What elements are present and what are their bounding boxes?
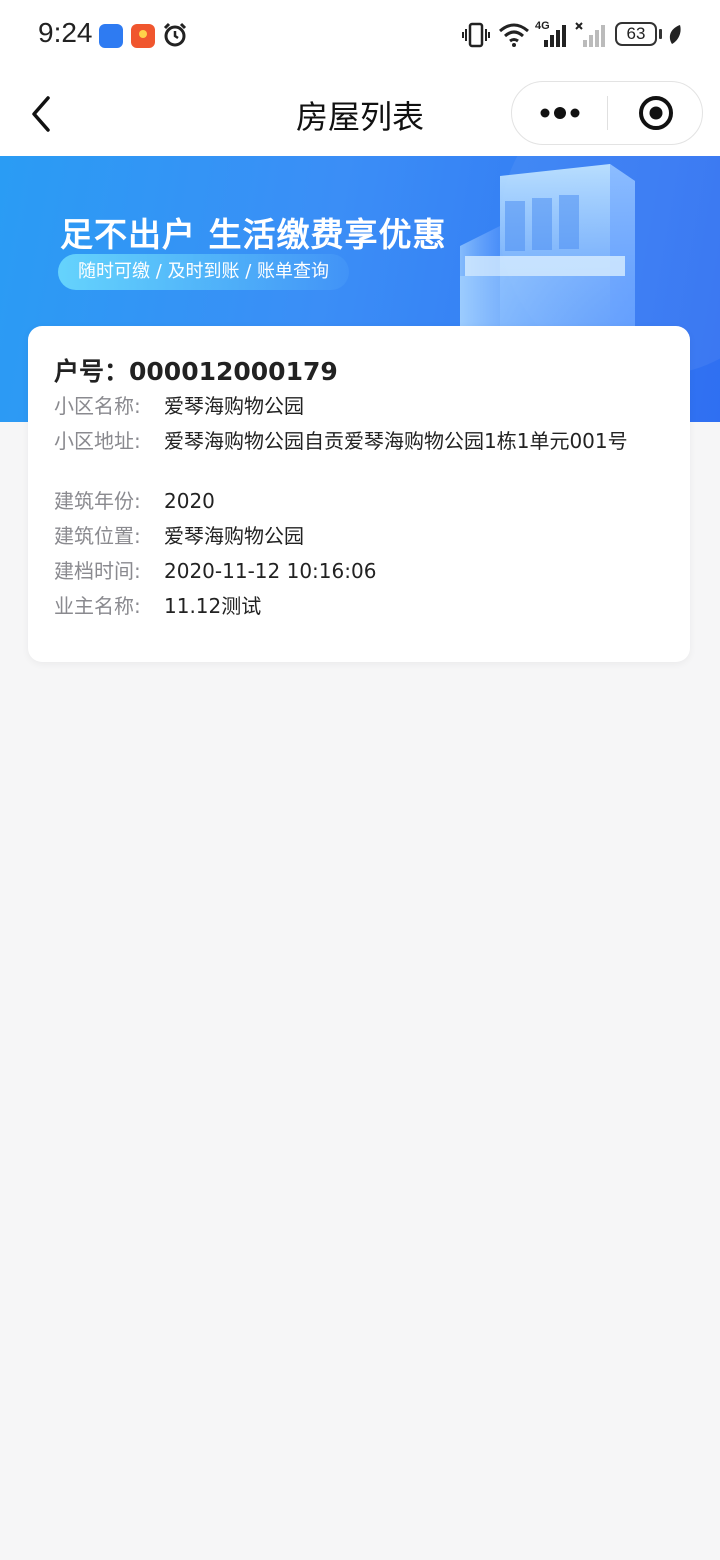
info-row-community-name: 小区名称: 爱琴海购物公园: [54, 393, 654, 419]
battery-icon: 63: [615, 22, 657, 46]
info-row-build-year: 建筑年份: 2020: [54, 488, 654, 514]
nav-bar: 房屋列表: [0, 72, 720, 156]
signal-icon: [544, 25, 566, 47]
account-number: 户号：000012000179: [54, 352, 338, 388]
info-value: 11.12测试: [164, 594, 262, 618]
account-value: 000012000179: [129, 357, 338, 386]
leaf-icon: [669, 25, 681, 44]
more-dots-icon[interactable]: [512, 82, 608, 144]
info-value: 爱琴海购物公园: [164, 394, 304, 418]
vibrate-icon: [462, 22, 490, 48]
mini-program-capsule: [511, 81, 703, 145]
battery-tip: [659, 29, 662, 39]
info-value: 2020: [164, 489, 215, 513]
wifi-icon: [499, 23, 529, 47]
account-label: 户号：: [54, 357, 130, 386]
info-row-build-location: 建筑位置: 爱琴海购物公园: [54, 523, 654, 549]
screen: 9:24 4G 63 房屋列表 足不出户 生活缴费享优惠 随时可缴 / 及时到账…: [0, 0, 720, 1560]
info-row-record-time: 建档时间: 2020-11-12 10:16:06: [54, 558, 654, 584]
info-row-owner-name: 业主名称: 11.12测试: [54, 593, 654, 619]
signal-off-icon: [575, 22, 605, 47]
banner-tagline: 随时可缴 / 及时到账 / 账单查询: [58, 254, 350, 290]
app-icon: [131, 24, 155, 48]
info-label: 建筑位置:: [54, 524, 141, 548]
house-card[interactable]: 户号：000012000179 小区名称: 爱琴海购物公园 小区地址: 爱琴海购…: [28, 326, 690, 662]
info-row-community-address: 小区地址: 爱琴海购物公园自贡爱琴海购物公园1栋1单元001号: [54, 428, 654, 454]
app-icon: [99, 24, 123, 48]
info-label: 业主名称:: [54, 594, 141, 618]
status-time: 9:24: [38, 17, 93, 48]
status-bar: 9:24 4G 63: [0, 0, 720, 72]
info-value: 2020-11-12 10:16:06: [164, 559, 377, 583]
alarm-icon: [163, 22, 187, 47]
info-label: 建档时间:: [54, 559, 141, 583]
info-label: 建筑年份:: [54, 489, 141, 513]
banner-headline: 足不出户 生活缴费享优惠: [60, 215, 447, 254]
info-value: 爱琴海购物公园: [164, 524, 304, 548]
info-label: 小区名称:: [54, 394, 141, 418]
info-label: 小区地址:: [54, 429, 141, 453]
target-icon[interactable]: [608, 82, 702, 144]
